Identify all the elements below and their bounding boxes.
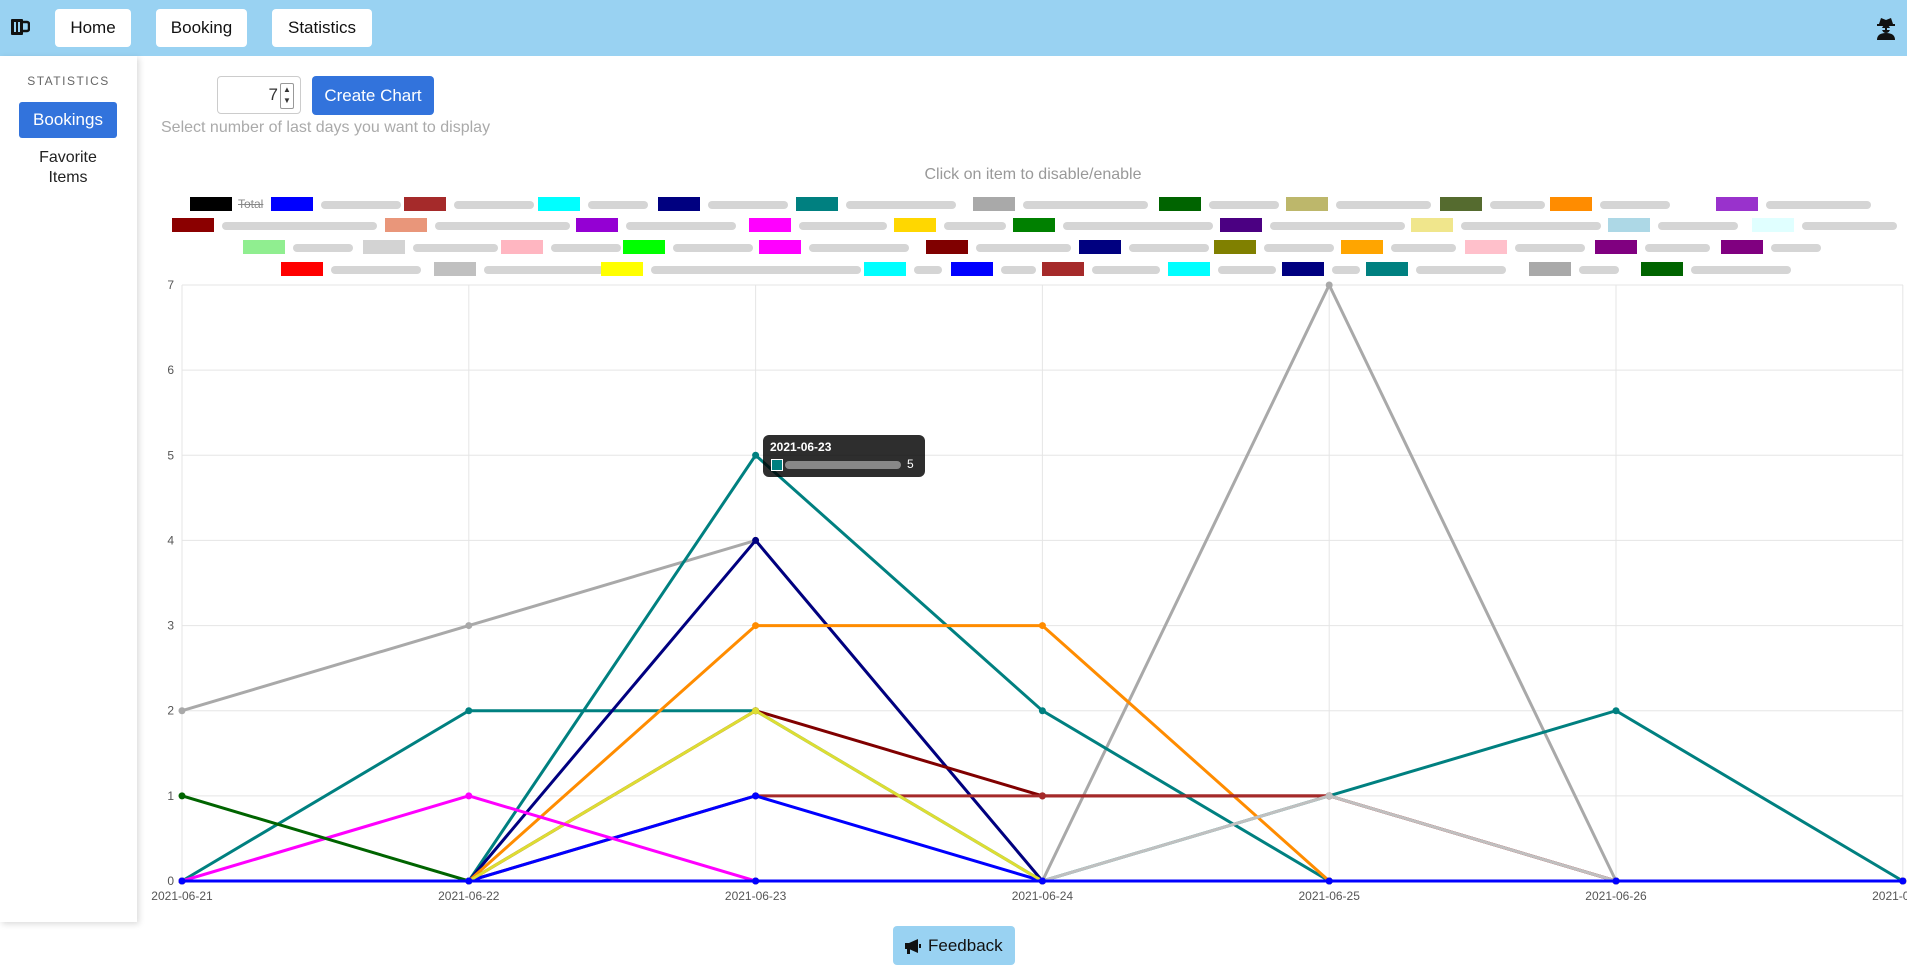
y-tick-label: 5 <box>167 448 174 462</box>
days-number-input[interactable]: 7 ▲ ▼ <box>217 76 301 114</box>
data-point <box>1612 877 1620 885</box>
legend-hint: Click on item to disable/enable <box>924 166 1142 183</box>
y-tick-label: 0 <box>167 874 174 888</box>
y-tick-label: 4 <box>167 533 174 547</box>
tooltip-swatch <box>771 459 783 471</box>
y-tick-label: 6 <box>167 363 174 377</box>
data-point <box>1038 877 1046 885</box>
data-point <box>465 622 473 630</box>
bookings-line-chart: 012345672021-06-21 2021-06-22 2021-06-23 20… <box>151 278 1907 903</box>
x-tick-label: 2021-06-26 <box>1585 889 1647 903</box>
data-point <box>752 877 760 885</box>
data-point <box>178 877 186 885</box>
data-point <box>465 877 473 885</box>
feedback-button[interactable]: Feedback <box>893 926 1015 965</box>
data-point <box>752 451 760 459</box>
data-point <box>752 707 760 715</box>
x-tick-label: 2021-06-27 <box>1872 889 1907 903</box>
legend-total-label: Total <box>238 197 264 211</box>
data-point <box>465 707 473 715</box>
days-hint: Select number of last days you want to d… <box>161 119 491 136</box>
chart-tooltip: 2021-06-23 5 <box>763 435 925 477</box>
feedback-label: Feedback <box>928 936 1003 955</box>
tooltip-label-redacted <box>785 461 901 469</box>
data-point <box>1325 281 1333 289</box>
x-tick-label: 2021-06-25 <box>1299 889 1361 903</box>
sidebar-item-bookings[interactable]: Bookings <box>19 102 117 138</box>
data-point <box>752 792 760 800</box>
x-tick-label: 2021-06-22 <box>438 889 500 903</box>
user-secret-icon[interactable] <box>1875 16 1897 40</box>
days-value: 7 <box>268 85 278 104</box>
y-tick-label: 7 <box>167 278 174 292</box>
megaphone-icon <box>905 939 921 954</box>
nav-statistics[interactable]: Statistics <box>272 9 372 47</box>
data-point <box>1325 877 1333 885</box>
data-point <box>1038 622 1046 630</box>
data-point <box>1325 792 1333 800</box>
legend-swatch <box>190 197 232 211</box>
x-tick-label: 2021-06-21 <box>151 889 213 903</box>
data-point <box>178 792 186 800</box>
data-point <box>178 707 186 715</box>
nav-booking[interactable]: Booking <box>156 9 247 47</box>
data-point <box>1899 877 1907 885</box>
beer-mug-icon[interactable] <box>10 17 30 37</box>
y-tick-label: 2 <box>167 704 174 718</box>
x-tick-label: 2021-06-24 <box>1012 889 1074 903</box>
data-point <box>1612 707 1620 715</box>
data-point <box>752 536 760 544</box>
create-chart-button[interactable]: Create Chart <box>312 76 434 115</box>
tooltip-title: 2021-06-23 <box>770 440 832 454</box>
y-tick-label: 3 <box>167 619 174 633</box>
nav-home[interactable]: Home <box>55 9 131 47</box>
y-tick-label: 1 <box>167 789 174 803</box>
data-point <box>1038 707 1046 715</box>
tooltip-value: 5 <box>907 457 914 471</box>
data-point <box>1038 792 1046 800</box>
data-point <box>465 792 473 800</box>
data-point <box>752 622 760 630</box>
top-navbar: Home Booking Statistics <box>0 0 1907 56</box>
x-tick-label: 2021-06-23 <box>725 889 787 903</box>
sidebar-heading: STATISTICS <box>27 74 110 88</box>
number-spinner-icon[interactable]: ▲ ▼ <box>280 83 294 109</box>
